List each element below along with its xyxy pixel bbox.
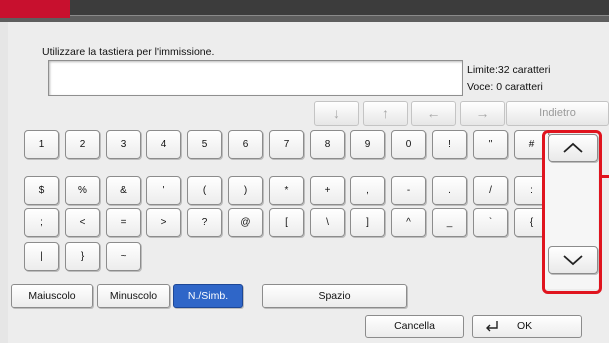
text-input-field[interactable] — [48, 60, 463, 96]
top-accent-tab — [0, 0, 70, 18]
key-button[interactable]: 3 — [106, 130, 141, 159]
input-prompt: Utilizzare la tastiera per l'immissione. — [42, 46, 215, 58]
cursor-right-button[interactable]: → — [460, 101, 505, 126]
key-button[interactable]: ) — [228, 176, 263, 205]
key-button[interactable]: } — [65, 242, 100, 271]
top-bar-header — [0, 0, 609, 16]
key-button[interactable]: $ — [24, 176, 59, 205]
key-button[interactable]: & — [106, 176, 141, 205]
key-button[interactable]: 5 — [187, 130, 222, 159]
key-button[interactable]: 1 — [24, 130, 59, 159]
key-button[interactable]: @ — [228, 208, 263, 237]
left-arrow-icon: ← — [426, 105, 441, 121]
cursor-up-button[interactable]: ↑ — [363, 101, 408, 126]
key-button[interactable]: > — [146, 208, 181, 237]
up-arrow-icon: ↑ — [382, 105, 389, 121]
space-button[interactable]: Spazio — [262, 284, 407, 308]
screen: Utilizzare la tastiera per l'immissione.… — [0, 0, 609, 343]
key-button[interactable]: 9 — [350, 130, 385, 159]
character-limit: Limite:32 caratteri — [467, 64, 551, 76]
key-button[interactable]: / — [473, 176, 508, 205]
key-button[interactable]: + — [310, 176, 345, 205]
key-button[interactable]: % — [65, 176, 100, 205]
key-button[interactable]: ; — [24, 208, 59, 237]
key-button[interactable]: ~ — [106, 242, 141, 271]
key-button[interactable]: , — [350, 176, 385, 205]
key-button[interactable]: [ — [269, 208, 304, 237]
key-button[interactable]: 7 — [269, 130, 304, 159]
callout-line — [602, 175, 609, 178]
character-count: Voce: 0 caratteri — [467, 81, 543, 93]
back-button[interactable]: Indietro — [506, 101, 609, 126]
key-button[interactable]: 4 — [146, 130, 181, 159]
key-button[interactable]: _ — [432, 208, 467, 237]
enter-arrow-icon — [486, 321, 498, 332]
key-button[interactable]: ? — [187, 208, 222, 237]
key-button[interactable]: < — [65, 208, 100, 237]
cursor-down-button[interactable]: ↓ — [314, 101, 359, 126]
key-button[interactable]: 0 — [391, 130, 426, 159]
ok-label: OK — [517, 320, 533, 332]
key-button[interactable]: " — [473, 130, 508, 159]
mode-symbols-button[interactable]: N./Simb. — [173, 284, 243, 308]
cursor-left-button[interactable]: ← — [411, 101, 456, 126]
key-button[interactable]: 2 — [65, 130, 100, 159]
ok-button[interactable]: OK — [472, 315, 582, 338]
key-button[interactable]: . — [432, 176, 467, 205]
mode-lowercase-button[interactable]: Minuscolo — [97, 284, 170, 308]
key-button[interactable]: - — [391, 176, 426, 205]
key-button[interactable]: * — [269, 176, 304, 205]
mode-uppercase-button[interactable]: Maiuscolo — [11, 284, 93, 308]
key-button[interactable]: ' — [146, 176, 181, 205]
key-button[interactable]: ] — [350, 208, 385, 237]
key-button[interactable]: ^ — [391, 208, 426, 237]
scroll-highlight-box — [542, 130, 602, 294]
key-button[interactable]: 6 — [228, 130, 263, 159]
key-button[interactable]: = — [106, 208, 141, 237]
key-button[interactable]: ! — [432, 130, 467, 159]
key-button[interactable]: ( — [187, 176, 222, 205]
key-button[interactable]: ` — [473, 208, 508, 237]
key-button[interactable]: \ — [310, 208, 345, 237]
cancel-button[interactable]: Cancella — [365, 315, 464, 338]
down-arrow-icon: ↓ — [333, 105, 340, 121]
key-button[interactable]: 8 — [310, 130, 345, 159]
right-arrow-icon: → — [475, 105, 490, 121]
key-button[interactable]: | — [24, 242, 59, 271]
